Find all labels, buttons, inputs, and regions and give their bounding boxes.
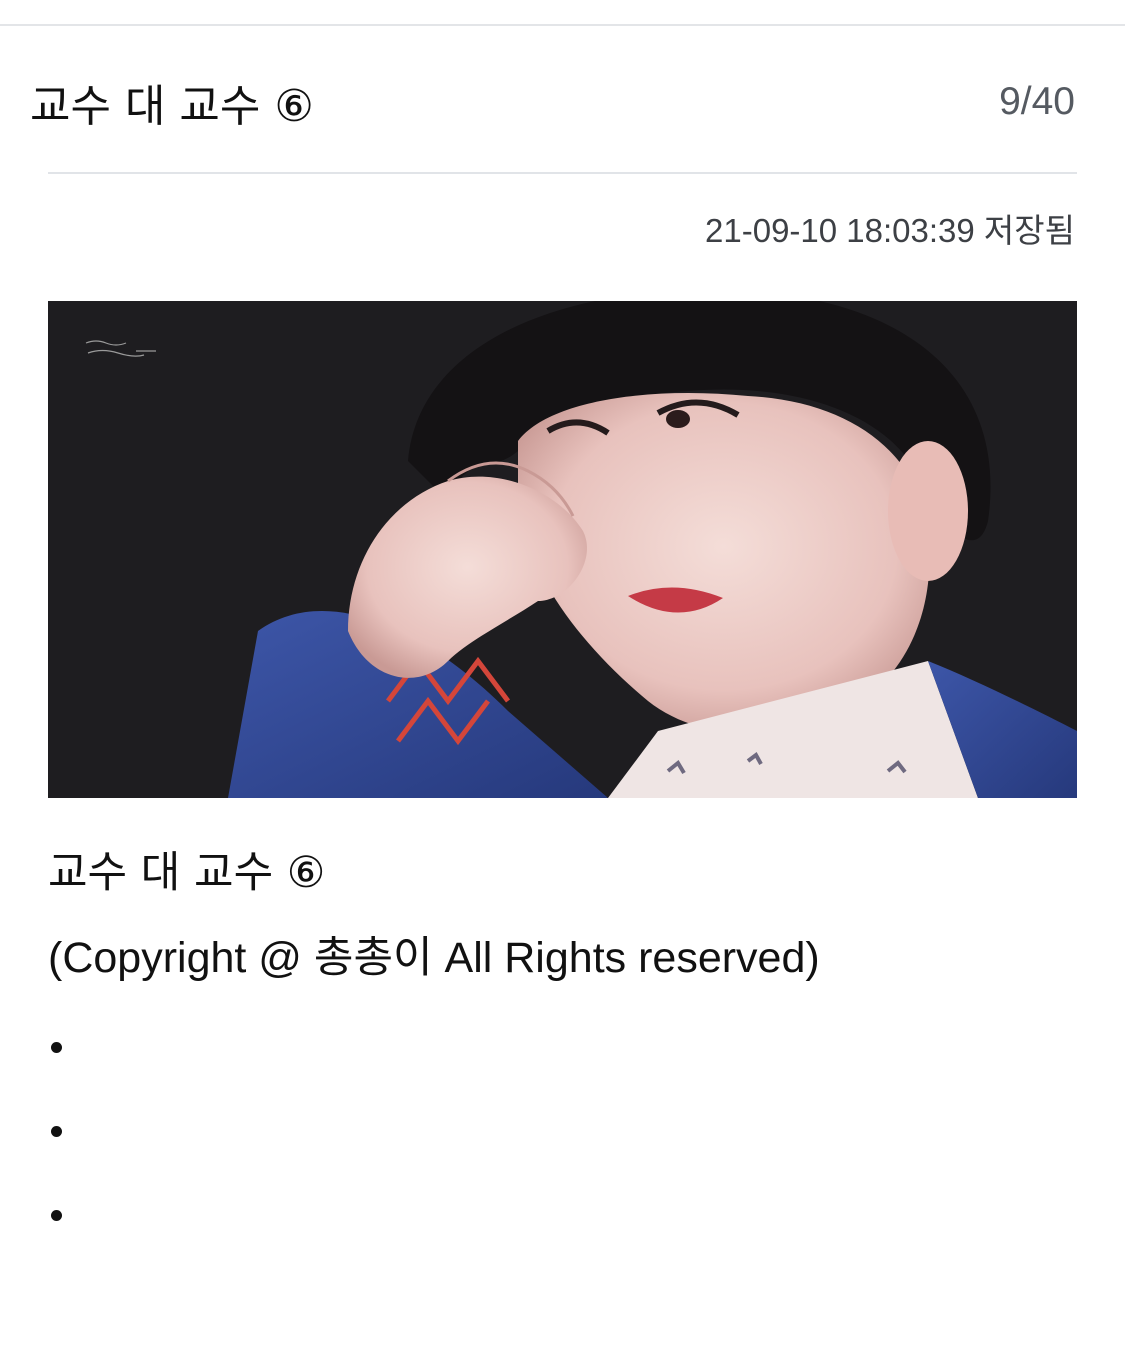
list-item [48,1173,62,1257]
page-counter: 9/40 [999,80,1075,123]
top-border [0,24,1125,26]
content-title: 교수 대 교수 ⑥ [48,848,326,898]
list-item [48,1089,62,1173]
copyright-text: (Copyright @ 총총이 All Rights reserved) [48,934,820,982]
saved-timestamp: 21-09-10 18:03:39 저장됨 [705,212,1075,249]
bullet-dot [51,1125,62,1137]
header-divider [48,172,1077,174]
list-item [48,1005,62,1089]
header: 교수 대 교수 ⑥ 9/40 [30,64,1075,140]
bullet-dot [51,1209,62,1221]
photo-illustration [48,301,1077,798]
bullet-list [48,1005,62,1257]
bullet-dot [51,1041,62,1053]
page-title: 교수 대 교수 ⑥ [30,81,314,132]
hero-photo[interactable] [48,301,1077,798]
